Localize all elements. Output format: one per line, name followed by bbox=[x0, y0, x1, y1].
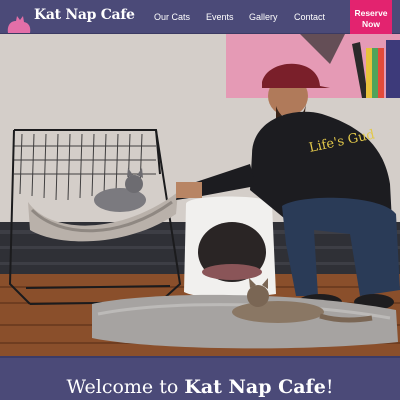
logo-text: Kat Nap Cafe bbox=[34, 7, 135, 23]
welcome-prefix: Welcome to bbox=[66, 376, 185, 398]
nav-link-gallery[interactable]: Gallery bbox=[249, 12, 278, 22]
reserve-label-line2: Now bbox=[362, 19, 380, 29]
hero-image: Life's Gud bbox=[0, 34, 400, 356]
nav-link-events[interactable]: Events bbox=[206, 12, 234, 22]
welcome-heading: Welcome to Kat Nap Cafe! bbox=[0, 376, 400, 398]
hero-photo: Life's Gud bbox=[0, 34, 400, 356]
nav-link-contact[interactable]: Contact bbox=[294, 12, 325, 22]
welcome-brand: Kat Nap Cafe bbox=[184, 376, 326, 398]
sleeping-cat-icon bbox=[7, 16, 31, 33]
reserve-label-line1: Reserve bbox=[354, 8, 388, 18]
reserve-now-button[interactable]: Reserve Now bbox=[350, 0, 392, 38]
welcome-suffix: ! bbox=[325, 376, 334, 398]
nav-link-our-cats[interactable]: Our Cats bbox=[154, 12, 190, 22]
site-logo[interactable]: Kat Nap Cafe bbox=[6, 4, 135, 33]
top-navigation: Kat Nap Cafe Our Cats Events Gallery Con… bbox=[0, 0, 400, 38]
